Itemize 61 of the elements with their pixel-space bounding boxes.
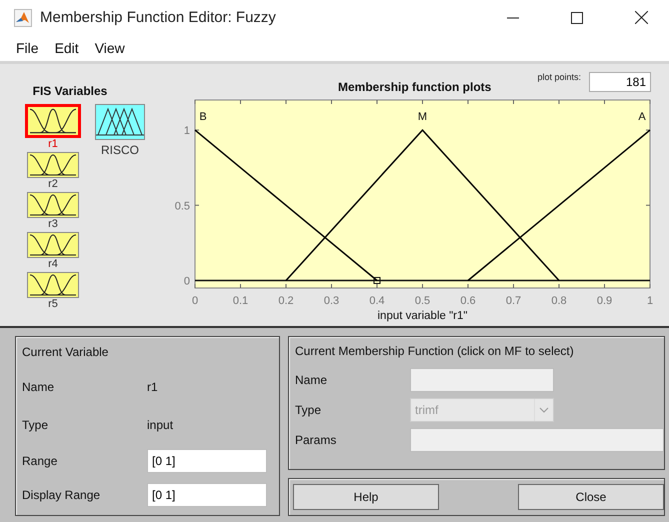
plot-points-field[interactable]: 181: [589, 72, 651, 92]
minimize-icon[interactable]: [507, 16, 519, 18]
variable-name: r3: [48, 218, 58, 230]
dialog-button[interactable]: Close: [518, 484, 664, 510]
membership-curves-icon[interactable]: [27, 232, 79, 258]
variable-type-value: input: [147, 418, 174, 432]
x-axis-label: input variable "r1": [378, 310, 468, 322]
dialog-button[interactable]: Help: [293, 484, 439, 510]
plot-points-label: plot points:: [537, 72, 581, 82]
app-logo-icon: [14, 8, 32, 26]
membership-curves-icon[interactable]: [27, 152, 79, 178]
x-tick-label: 0.5: [414, 294, 430, 307]
field-label: Name: [295, 373, 328, 387]
function-label: A: [638, 110, 646, 123]
vertex-handle[interactable]: [374, 276, 380, 284]
menu-item[interactable]: Edit: [48, 38, 85, 58]
membership-curves-icon[interactable]: [25, 104, 81, 138]
function-label: M: [418, 110, 428, 123]
range-field[interactable]: [0 1]: [147, 449, 267, 473]
variable-name: r4: [48, 258, 58, 270]
variable-name: r2: [48, 178, 58, 190]
membership-curves-icon[interactable]: [27, 192, 79, 218]
x-tick-label: 0.2: [278, 294, 294, 307]
menu-item[interactable]: File: [10, 38, 45, 58]
variable-name-value: r1: [147, 380, 159, 394]
variable-name: r5: [48, 298, 58, 310]
field-label: Name: [22, 380, 56, 394]
membership-curves-icon[interactable]: [27, 272, 79, 298]
x-tick-label: 0.6: [460, 294, 476, 307]
membership-function-line[interactable]: [285, 128, 560, 281]
membership-function-line[interactable]: [468, 129, 650, 281]
field-label: Type: [22, 418, 50, 432]
x-tick-label: 1: [646, 294, 654, 307]
x-tick-label: 0.3: [324, 294, 340, 307]
triangle-curves-icon[interactable]: [95, 104, 145, 140]
x-tick-label: 0.7: [506, 294, 522, 307]
x-tick-label: 0.1: [232, 294, 248, 307]
field-label: Display Range: [22, 488, 102, 502]
variable-name: r1: [48, 138, 58, 150]
panel-title: Current Variable: [22, 345, 110, 359]
field-label: Type: [295, 403, 322, 417]
panel-title: Current Membership Function (click on MF to select): [295, 344, 575, 358]
y-tick-label: 0: [184, 275, 190, 288]
field-label: Params: [295, 433, 338, 447]
plot-title: Membership function plots: [338, 80, 492, 94]
variable-name: RISCO: [100, 142, 139, 158]
close-icon[interactable]: [634, 11, 648, 24]
y-tick-label: 1: [184, 124, 190, 137]
x-tick-label: 0.4: [369, 294, 385, 307]
menu-item[interactable]: View: [88, 38, 131, 58]
maximize-icon[interactable]: [571, 12, 583, 24]
display-range-field[interactable]: [0 1]: [147, 483, 267, 507]
window-title: Membership Function Editor: Fuzzy: [40, 9, 277, 26]
x-tick-label: 0: [192, 294, 198, 307]
membership-function-line[interactable]: [194, 129, 378, 281]
x-tick-label: 0.8: [551, 294, 567, 307]
field-label: Range: [22, 454, 58, 468]
function-label: B: [199, 110, 207, 123]
section-title: FIS Variables: [32, 84, 108, 98]
y-tick-label: 0.5: [174, 200, 190, 212]
x-tick-label: 0.9: [596, 294, 612, 307]
